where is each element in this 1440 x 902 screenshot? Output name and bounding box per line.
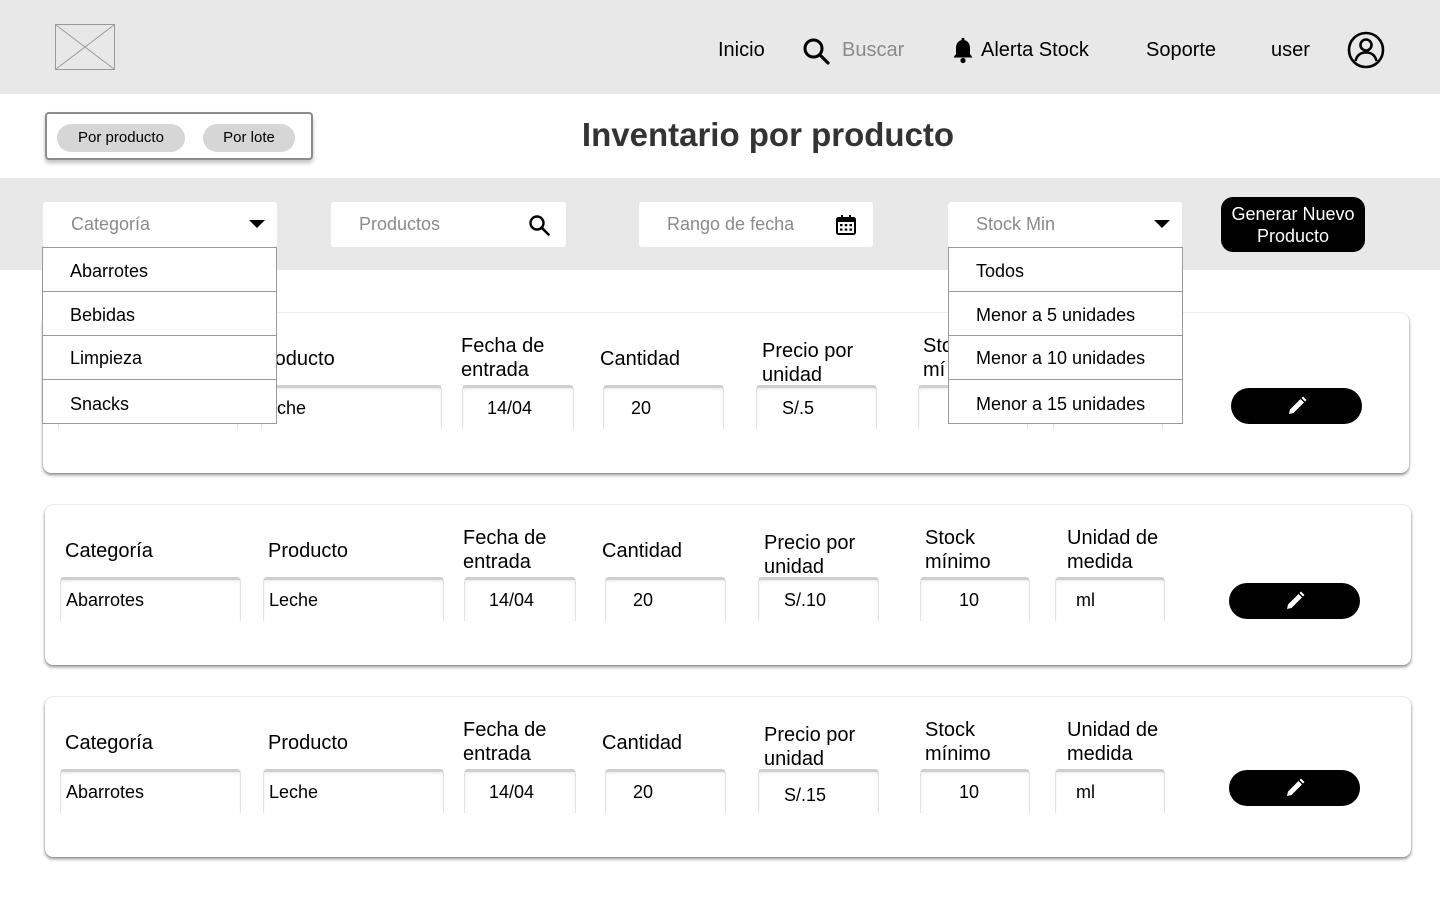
category-dropdown-menu: Abarrotes Bebidas Limpieza Snacks <box>42 247 277 424</box>
row2-quantity-field[interactable]: 20 <box>605 577 726 621</box>
category-filter-placeholder: Categoría <box>71 214 151 234</box>
stock-min-placeholder: Stock Min <box>976 214 1056 234</box>
row1-unit-price-field[interactable]: S/.5 <box>756 385 877 429</box>
products-filter-placeholder: Productos <box>359 214 441 234</box>
stock-option-lt15[interactable]: Menor a 15 unidades <box>949 393 1182 415</box>
dropdown-divider <box>949 291 1182 292</box>
product-card-2: Categoría Producto Fecha de entrada Canti… <box>45 505 1411 665</box>
top-header: Inicio Buscar Alerta Stock Soporte user <box>0 0 1440 94</box>
col-label-unit-price: Precio por unidad <box>762 340 854 386</box>
category-option-bebidas[interactable]: Bebidas <box>43 304 276 326</box>
search-icon[interactable] <box>528 214 550 236</box>
col-label-product: Producto <box>268 732 349 754</box>
col-label-quantity: Cantidad <box>600 348 681 370</box>
col-label-product: Producto <box>268 540 349 562</box>
dropdown-divider <box>43 379 276 380</box>
row3-unit-field[interactable]: ml <box>1055 769 1165 813</box>
stock-option-lt5[interactable]: Menor a 5 unidades <box>949 304 1182 326</box>
row2-entry-date-field[interactable]: 14/04 <box>464 577 576 621</box>
pencil-icon <box>1287 778 1305 796</box>
row3-unit-price-field[interactable]: S/.15 <box>758 769 879 813</box>
row1-quantity-field[interactable]: 20 <box>603 385 724 429</box>
caret-down-icon <box>1154 220 1170 228</box>
row2-unit-price-field[interactable]: S/.10 <box>758 577 879 621</box>
date-range-placeholder: Rango de fecha <box>667 214 795 234</box>
row1-product-field[interactable]: eche <box>261 385 442 429</box>
col-label-product: roducto <box>268 348 335 370</box>
generate-new-product-button[interactable]: Generar Nuevo Producto <box>1221 197 1365 252</box>
stock-min-dropdown-menu: Todos Menor a 5 unidades Menor a 10 unid… <box>948 247 1183 424</box>
row3-quantity-field[interactable]: 20 <box>605 769 726 813</box>
col-label-unit-price: Precio por unidad <box>764 724 856 770</box>
nav-user-label[interactable]: user <box>1271 38 1310 62</box>
bell-icon[interactable] <box>950 38 976 64</box>
col-label-min-stock: Stock mínimo <box>925 719 991 765</box>
row2-edit-button[interactable] <box>1229 583 1360 619</box>
col-label-category: Categoría <box>65 732 153 754</box>
dropdown-divider <box>43 291 276 292</box>
col-label-entry-date: Fecha de entrada <box>461 335 545 381</box>
row2-product-field[interactable]: Leche <box>263 577 444 621</box>
row3-entry-date-field[interactable]: 14/04 <box>464 769 576 813</box>
caret-down-icon <box>249 220 265 228</box>
row3-edit-button[interactable] <box>1229 770 1360 806</box>
category-filter-select[interactable]: Categoría <box>43 202 277 247</box>
nav-support-link[interactable]: Soporte <box>1146 38 1216 62</box>
col-label-min-stock: Stock mínimo <box>925 527 991 573</box>
row3-category-field[interactable]: Abarrotes <box>60 769 241 813</box>
calendar-icon[interactable] <box>835 214 857 236</box>
products-filter-input[interactable]: Productos <box>331 202 566 247</box>
nav-search-input[interactable]: Buscar <box>842 38 904 62</box>
stock-option-lt10[interactable]: Menor a 10 unidades <box>949 347 1182 369</box>
generate-button-line1: Generar Nuevo <box>1231 204 1355 224</box>
search-icon[interactable] <box>802 37 830 65</box>
category-option-snacks[interactable]: Snacks <box>43 393 276 415</box>
col-label-entry-date: Fecha de entrada <box>463 719 547 765</box>
col-label-category: Categoría <box>65 540 153 562</box>
col-label-quantity: Cantidad <box>602 540 683 562</box>
generate-button-line2: Producto <box>1256 226 1330 246</box>
page-title: Inventario por producto <box>581 116 955 153</box>
stock-option-all[interactable]: Todos <box>949 260 1182 282</box>
col-label-entry-date: Fecha de entrada <box>463 527 547 573</box>
row2-category-field[interactable]: Abarrotes <box>60 577 241 621</box>
category-option-abarrotes[interactable]: Abarrotes <box>43 260 276 282</box>
row1-entry-date-field[interactable]: 14/04 <box>462 385 574 429</box>
pencil-icon <box>1289 396 1307 414</box>
pencil-icon <box>1287 591 1305 609</box>
nav-home-link[interactable]: Inicio <box>718 38 765 62</box>
date-range-filter-input[interactable]: Rango de fecha <box>639 202 873 247</box>
product-card-3: Categoría Producto Fecha de entrada Canti… <box>45 697 1411 857</box>
col-label-unit: Unidad de medida <box>1067 719 1159 765</box>
logo-placeholder-icon[interactable] <box>55 24 115 70</box>
row2-min-stock-field[interactable]: 10 <box>920 577 1030 621</box>
stock-min-filter-select[interactable]: Stock Min <box>948 202 1182 247</box>
row2-unit-field[interactable]: ml <box>1055 577 1165 621</box>
category-option-limpieza[interactable]: Limpieza <box>43 347 276 369</box>
col-label-unit-price: Precio por unidad <box>764 532 856 578</box>
col-label-quantity: Cantidad <box>602 732 683 754</box>
dropdown-divider <box>949 335 1182 336</box>
row3-product-field[interactable]: Leche <box>263 769 444 813</box>
col-label-unit: Unidad de medida <box>1067 527 1159 573</box>
row1-edit-button[interactable] <box>1231 388 1362 424</box>
user-avatar-icon[interactable] <box>1347 31 1385 69</box>
nav-stock-alert-link[interactable]: Alerta Stock <box>981 38 1089 62</box>
row3-min-stock-field[interactable]: 10 <box>920 769 1030 813</box>
dropdown-divider <box>43 335 276 336</box>
dropdown-divider <box>949 379 1182 380</box>
